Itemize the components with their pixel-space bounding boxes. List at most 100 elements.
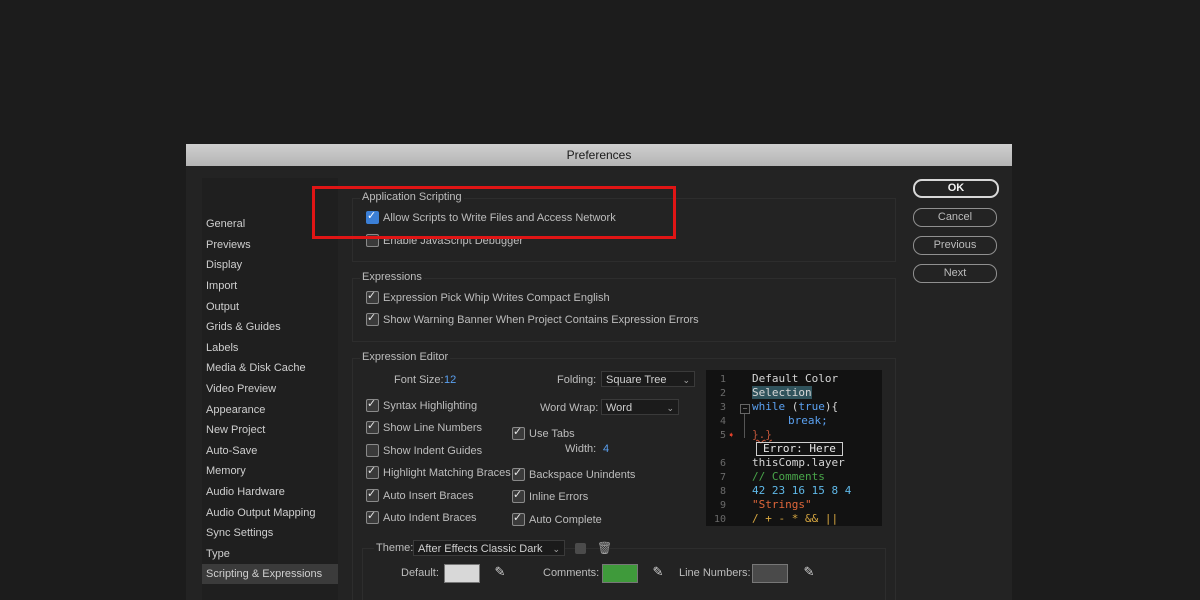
- checkbox-icon: [512, 425, 525, 440]
- checkbox-icon: [512, 466, 525, 481]
- expressions-title: Expressions: [360, 271, 424, 283]
- fold-guide: [744, 414, 745, 438]
- sidebar-item-import[interactable]: Import: [206, 278, 237, 294]
- use-tabs-label: Use Tabs: [529, 427, 575, 440]
- sidebar-item-scripting-expressions[interactable]: Scripting & Expressions: [206, 566, 322, 582]
- comments-color-label: Comments:: [543, 567, 600, 579]
- theme-value: After Effects Classic Dark: [418, 543, 543, 555]
- line-number: 5: [719, 430, 726, 441]
- show-indent-guides-checkbox[interactable]: Show Indent Guides: [366, 444, 482, 457]
- folding-dropdown[interactable]: Square Tree ⌄: [601, 371, 695, 387]
- auto-insert-braces-label: Auto Insert Braces: [383, 489, 474, 502]
- next-button[interactable]: Next: [913, 264, 997, 283]
- inline-errors-checkbox[interactable]: Inline Errors: [512, 488, 589, 503]
- checkbox-icon: [366, 419, 379, 434]
- checkbox-icon: [512, 488, 525, 503]
- auto-insert-braces-checkbox[interactable]: Auto Insert Braces: [366, 487, 474, 502]
- inline-errors-label: Inline Errors: [529, 490, 589, 503]
- error-marker-icon: ➧: [728, 429, 735, 442]
- line-number: 10: [713, 514, 726, 525]
- sidebar-item-auto-save[interactable]: Auto-Save: [206, 443, 257, 459]
- auto-indent-braces-label: Auto Indent Braces: [383, 511, 477, 524]
- sidebar-item-audio-hardware[interactable]: Audio Hardware: [206, 484, 285, 500]
- code-brace-error: }.}: [752, 428, 772, 441]
- eyedropper-icon[interactable]: ✎: [800, 563, 818, 581]
- line-numbers-color-label: Line Numbers:: [679, 567, 751, 579]
- code-this-comp: thisComp.layer: [752, 456, 845, 469]
- expression-editor-title: Expression Editor: [360, 351, 451, 363]
- code-break: break;: [788, 414, 828, 427]
- sidebar-item-appearance[interactable]: Appearance: [206, 402, 265, 418]
- warning-banner-checkbox[interactable]: Show Warning Banner When Project Contain…: [366, 311, 699, 326]
- auto-indent-braces-checkbox[interactable]: Auto Indent Braces: [366, 509, 477, 524]
- font-size-value[interactable]: 12: [444, 374, 456, 386]
- line-number: 9: [719, 500, 726, 511]
- code-keyword: while: [752, 400, 786, 413]
- sidebar-item-type[interactable]: Type: [206, 546, 230, 562]
- chevron-down-icon: ⌄: [552, 544, 560, 554]
- comments-color-swatch[interactable]: [602, 564, 638, 583]
- word-wrap-value: Word: [606, 402, 633, 414]
- pick-whip-checkbox[interactable]: Expression Pick Whip Writes Compact Engl…: [366, 289, 610, 304]
- word-wrap-dropdown[interactable]: Word ⌄: [601, 399, 679, 415]
- backspace-unindents-checkbox[interactable]: Backspace Unindents: [512, 466, 636, 481]
- width-value[interactable]: 4: [603, 443, 609, 455]
- highlight-braces-checkbox[interactable]: Highlight Matching Braces: [366, 464, 511, 479]
- line-number: 6: [719, 458, 726, 469]
- sidebar: General Previews Display Import Output G…: [202, 178, 338, 600]
- sidebar-item-labels[interactable]: Labels: [206, 340, 238, 356]
- code-preview: 1 2 3 4 5 6 7 8 9 10 − ➧ Default Color S…: [706, 370, 882, 526]
- line-number: 4: [719, 416, 726, 427]
- code-paren: ){: [824, 400, 839, 413]
- folding-value: Square Tree: [606, 374, 667, 386]
- show-line-numbers-checkbox[interactable]: Show Line Numbers: [366, 419, 482, 434]
- sidebar-item-video-preview[interactable]: Video Preview: [206, 381, 276, 397]
- sidebar-item-media-disk-cache[interactable]: Media & Disk Cache: [206, 360, 306, 376]
- inline-error-box: Error: Here: [756, 442, 843, 456]
- sidebar-item-new-project[interactable]: New Project: [206, 422, 265, 438]
- trash-icon[interactable]: 🗑: [597, 541, 612, 555]
- code-while-line: while (true){: [752, 400, 838, 413]
- sidebar-item-display[interactable]: Display: [206, 257, 242, 273]
- code-selection: Selection: [752, 386, 812, 399]
- line-number: 7: [719, 472, 726, 483]
- code-keyword: true: [798, 400, 825, 413]
- line-number: 1: [719, 374, 726, 385]
- sidebar-item-general[interactable]: General: [206, 216, 245, 232]
- save-theme-icon[interactable]: [575, 543, 586, 554]
- syntax-highlighting-label: Syntax Highlighting: [383, 399, 478, 412]
- backspace-unindents-label: Backspace Unindents: [529, 468, 636, 481]
- code-numbers: 42 23 16 15 8 4: [752, 484, 852, 497]
- sidebar-item-grids-guides[interactable]: Grids & Guides: [206, 319, 281, 335]
- sidebar-item-sync-settings[interactable]: Sync Settings: [206, 525, 273, 541]
- eyedropper-icon[interactable]: ✎: [491, 563, 509, 581]
- checkbox-icon: [366, 397, 379, 412]
- auto-complete-checkbox[interactable]: Auto Complete: [512, 511, 602, 526]
- checkbox-icon: [366, 444, 379, 457]
- auto-complete-label: Auto Complete: [529, 513, 602, 526]
- eyedropper-icon[interactable]: ✎: [649, 563, 667, 581]
- default-color-swatch[interactable]: [444, 564, 480, 583]
- sidebar-item-output[interactable]: Output: [206, 299, 239, 315]
- checkbox-icon: [366, 487, 379, 502]
- use-tabs-checkbox[interactable]: Use Tabs: [512, 425, 575, 440]
- sidebar-item-memory[interactable]: Memory: [206, 463, 246, 479]
- previous-button[interactable]: Previous: [913, 236, 997, 255]
- line-number: 8: [719, 486, 726, 497]
- word-wrap-label: Word Wrap:: [540, 402, 599, 414]
- ok-button[interactable]: OK: [913, 179, 999, 198]
- font-size-label: Font Size:: [394, 374, 444, 386]
- warning-banner-label: Show Warning Banner When Project Contain…: [383, 313, 699, 326]
- checkbox-icon: [366, 289, 379, 304]
- cancel-button[interactable]: Cancel: [913, 208, 997, 227]
- chevron-down-icon: ⌄: [666, 403, 674, 413]
- highlight-annotation: [312, 186, 676, 239]
- sidebar-item-audio-output-mapping[interactable]: Audio Output Mapping: [206, 505, 315, 521]
- line-numbers-color-swatch[interactable]: [752, 564, 788, 583]
- syntax-highlighting-checkbox[interactable]: Syntax Highlighting: [366, 397, 478, 412]
- theme-dropdown[interactable]: After Effects Classic Dark ⌄: [413, 540, 565, 556]
- checkbox-icon: [512, 511, 525, 526]
- sidebar-item-previews[interactable]: Previews: [206, 237, 251, 253]
- theme-label: Theme:: [374, 542, 416, 554]
- line-number: 2: [719, 388, 726, 399]
